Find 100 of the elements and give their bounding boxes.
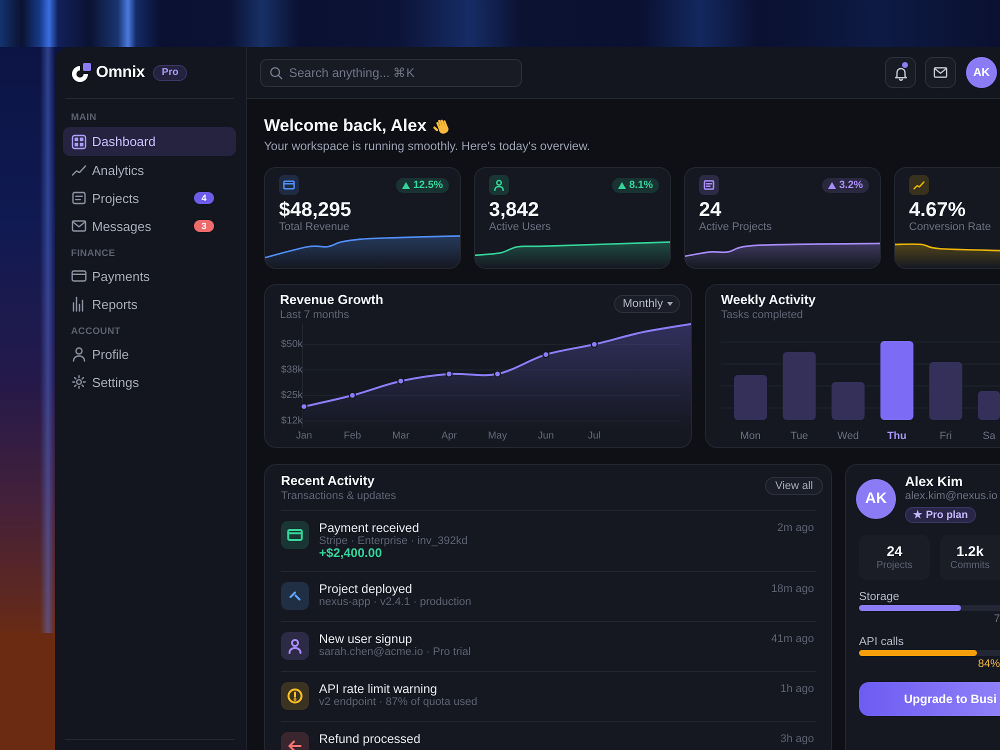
- nav-item[interactable]: Dashboard: [63, 127, 236, 156]
- caret-icon: [667, 302, 673, 306]
- stat-label: Commits: [950, 560, 990, 572]
- axis-label: Jan: [296, 430, 312, 442]
- stat-value: 1.2k: [956, 543, 984, 560]
- count-badge: 3: [194, 220, 214, 232]
- usage-label: Storage: [859, 590, 900, 604]
- profile-name: Alex Kim: [905, 474, 963, 490]
- activity-detail: sarah.chen@acme.io · Pro trial: [319, 646, 471, 658]
- usage-reading: 7: [994, 613, 1000, 626]
- card-title: Weekly Activity: [721, 292, 816, 308]
- activity-amount: +$2,400.00: [319, 547, 382, 560]
- stat-label: Active Users: [489, 221, 551, 234]
- card-icon: [281, 521, 309, 549]
- activity-title: Refund processed: [319, 732, 420, 746]
- chevron-icon: [281, 582, 309, 610]
- axis-label: Feb: [344, 430, 362, 442]
- activity-time: 1h ago: [780, 682, 815, 696]
- axis-label: $38k: [281, 364, 303, 376]
- axis-label: Jul: [588, 430, 601, 442]
- axis-label: Apr: [441, 430, 457, 442]
- day-label: Mon: [740, 430, 761, 442]
- card-icon: [279, 175, 299, 195]
- notifications-button[interactable]: [885, 57, 916, 88]
- day-label: Tue: [790, 430, 808, 442]
- stat-value: 4.67%: [909, 199, 966, 221]
- trend-icon: [909, 175, 929, 195]
- card-subtitle: Last 7 months: [280, 308, 350, 322]
- stat-label: Projects: [876, 560, 913, 572]
- stat-label: Conversion Rate: [909, 221, 991, 234]
- plan-badge: ★ Pro plan: [905, 507, 976, 523]
- section-label: ACCOUNT: [70, 325, 121, 339]
- axis-label: $12k: [281, 416, 303, 427]
- nav-item[interactable]: Analytics: [63, 156, 236, 184]
- stat-value: $48,295: [279, 199, 352, 221]
- activity-title: Project deployed: [319, 582, 412, 596]
- change-badge: 8.1%: [612, 178, 659, 192]
- logo-icon: [70, 62, 92, 84]
- stat-label: Total Revenue: [279, 221, 350, 234]
- upgrade-button[interactable]: Upgrade to Busi: [859, 682, 1000, 716]
- stat-label: Active Projects: [699, 221, 772, 234]
- activity-time: 3h ago: [780, 732, 815, 746]
- card-subtitle: Transactions & updates: [281, 489, 396, 503]
- user-icon: [71, 346, 87, 362]
- mail-icon: [71, 218, 87, 234]
- day-label: Sa: [982, 430, 996, 442]
- grid-icon: [71, 134, 87, 150]
- activity-time: 41m ago: [771, 632, 815, 646]
- activity-title: API rate limit warning: [319, 682, 438, 696]
- nav-item[interactable]: Settings: [63, 368, 236, 396]
- card-title: Revenue Growth: [280, 292, 384, 308]
- section-label: MAIN: [70, 111, 96, 125]
- activity-time: 2m ago: [777, 521, 815, 535]
- alert-icon: [281, 682, 309, 710]
- card-subtitle: Tasks completed: [721, 308, 803, 322]
- data-point: [397, 378, 404, 385]
- usage-label: API calls: [859, 635, 904, 649]
- day-label: Fri: [940, 430, 952, 442]
- count-badge: 4: [194, 192, 214, 204]
- activity-detail: v2 endpoint · 87% of quota used: [319, 696, 478, 708]
- activity-time: 18m ago: [771, 582, 815, 596]
- activity-title: Payment received: [319, 521, 420, 535]
- messages-button[interactable]: [925, 57, 956, 88]
- usage-reading: 84%: [978, 658, 1000, 671]
- search-icon: [269, 66, 283, 80]
- stat-value: 3,842: [489, 199, 540, 221]
- stat-value: 24: [699, 199, 722, 221]
- mail-icon: [933, 65, 948, 80]
- period-dropdown[interactable]: Monthly: [614, 295, 680, 313]
- axis-label: $25k: [281, 390, 303, 402]
- day-label: Thu: [887, 430, 907, 442]
- card-title: Recent Activity: [281, 473, 374, 489]
- document-icon: [71, 190, 87, 206]
- activity-title: New user signup: [319, 632, 412, 646]
- card-icon: [71, 268, 87, 284]
- view-all-button[interactable]: View all: [765, 477, 823, 495]
- nav-item[interactable]: Profile: [63, 340, 236, 368]
- nav-item[interactable]: Projects 4: [63, 184, 236, 212]
- activity-detail: nexus-app · v2.4.1 · production: [319, 596, 472, 608]
- axis-label: $50k: [281, 339, 303, 350]
- profile-email: alex.kim@nexus.io: [905, 490, 998, 502]
- welcome-heading: Welcome back, Alex: [264, 115, 427, 137]
- day-label: Wed: [837, 430, 859, 442]
- nav-item[interactable]: Payments: [63, 262, 236, 290]
- axis-label: Jun: [538, 430, 554, 442]
- welcome-subtitle: Your workspace is running smoothly. Here's today's overview.: [264, 139, 590, 153]
- nav-item[interactable]: Reports: [63, 290, 236, 318]
- stat-value: 24: [886, 543, 902, 560]
- settings-icon: [71, 374, 87, 390]
- axis-label: May: [488, 430, 507, 442]
- document-icon: [699, 175, 719, 195]
- avatar: AK: [856, 478, 896, 518]
- brand-name: Omnix: [96, 64, 145, 82]
- data-point: [542, 351, 550, 358]
- section-label: FINANCE: [70, 247, 116, 261]
- waving-hand-icon: [432, 117, 451, 135]
- plan-badge: Pro: [152, 64, 188, 80]
- activity-detail: Stripe · Enterprise · inv_392kd: [319, 535, 468, 547]
- nav-item[interactable]: Messages 3: [63, 212, 236, 240]
- search-field[interactable]: Search anything... ⌘K: [260, 58, 522, 86]
